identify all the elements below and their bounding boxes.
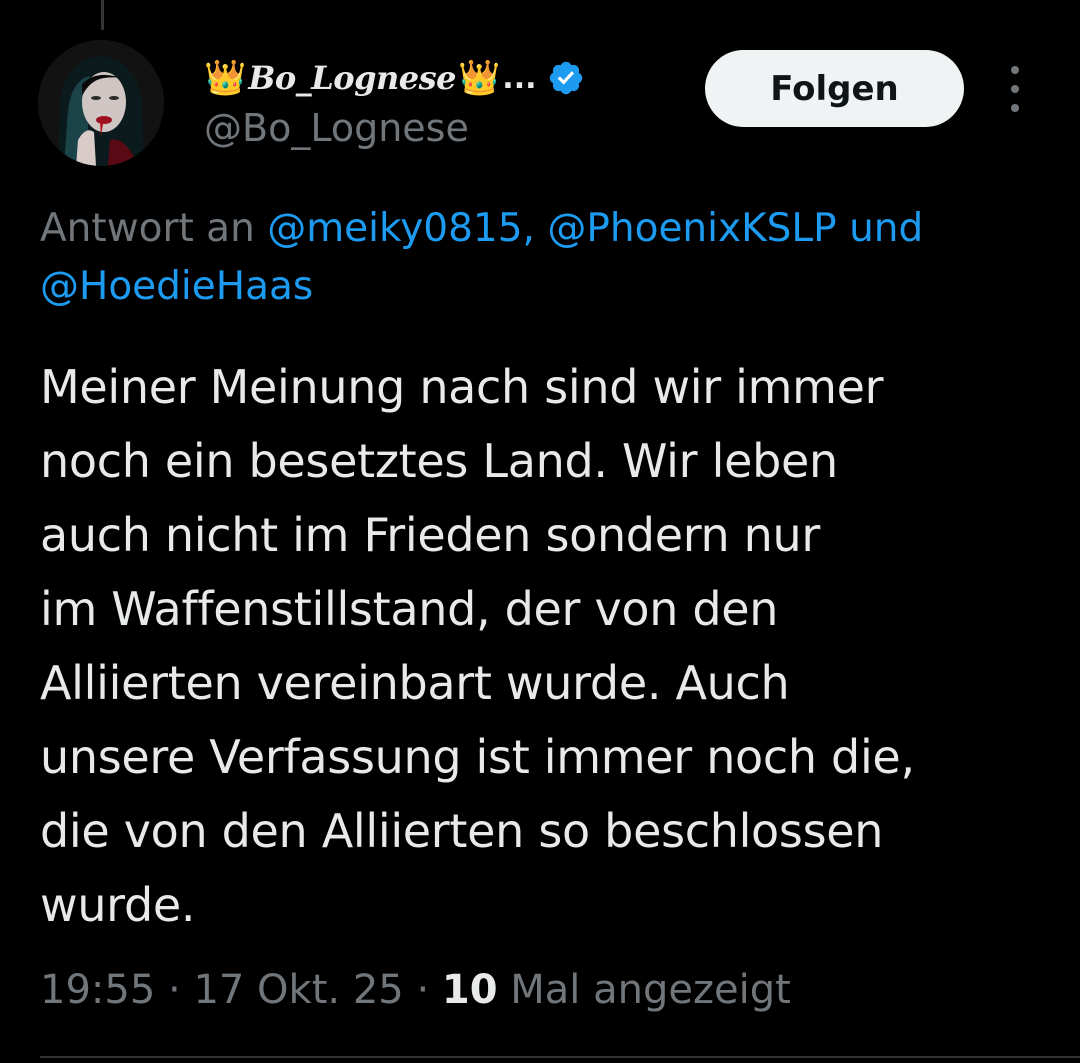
- crown-emoji-right: 👑: [457, 58, 501, 98]
- view-label[interactable]: Mal angezeigt: [510, 967, 791, 1013]
- reply-joiner[interactable]: und: [849, 206, 923, 251]
- more-dot: [1011, 66, 1019, 74]
- mention-link-phoenixkslp[interactable]: @PhoenixKSLP: [547, 206, 836, 251]
- more-dot: [1011, 104, 1019, 112]
- crown-emoji-left: 👑: [204, 58, 247, 98]
- divider: [40, 1056, 1080, 1058]
- name-truncation: ...: [502, 60, 537, 96]
- tweet-date[interactable]: 17 Okt. 25: [193, 967, 403, 1013]
- tweet-line: Alliierten vereinbart wurde. Auch: [40, 656, 790, 710]
- tweet-line: Meiner Meinung nach sind wir immer: [40, 360, 884, 414]
- tweet-line: im Waffenstillstand, der von den: [40, 582, 779, 636]
- more-dot: [1011, 85, 1019, 93]
- tweet-line: wurde.: [40, 878, 196, 932]
- follow-button[interactable]: Folgen: [705, 50, 964, 127]
- tweet-text: Meiner Meinung nach sind wir immer noch …: [40, 350, 1050, 942]
- avatar[interactable]: [38, 40, 164, 166]
- tweet-time[interactable]: 19:55: [40, 967, 155, 1013]
- tweet-line: auch nicht im Frieden sondern nur: [40, 508, 821, 562]
- tweet-line: die von den Alliierten so beschlossen: [40, 804, 884, 858]
- view-count[interactable]: 10: [442, 967, 498, 1013]
- display-name[interactable]: Bo_Lognese: [248, 59, 456, 97]
- tweet-line: noch ein besetztes Land. Wir leben: [40, 434, 838, 488]
- avatar-image: [38, 40, 164, 166]
- mention-link-hoediehaas[interactable]: @HoedieHaas: [40, 264, 313, 309]
- meta-separator: ·: [168, 967, 181, 1013]
- tweet-line: unsere Verfassung ist immer noch die,: [40, 730, 915, 784]
- mention-link-meiky0815[interactable]: @meiky0815,: [267, 206, 535, 251]
- reply-context: Antwort an @meiky0815, @PhoenixKSLP und @…: [40, 200, 1050, 316]
- tweet-meta: 19:55 · 17 Okt. 25 · 10 Mal angezeigt: [40, 962, 791, 1018]
- more-options-icon[interactable]: [1000, 66, 1030, 112]
- thread-connector-line: [101, 0, 104, 30]
- reply-prefix: Antwort an: [40, 206, 268, 251]
- author-name-row[interactable]: 👑 Bo_Lognese 👑 ...: [204, 50, 585, 106]
- meta-separator: ·: [416, 967, 430, 1013]
- author-handle[interactable]: @Bo_Lognese: [204, 106, 469, 150]
- verified-badge-icon: [547, 59, 585, 97]
